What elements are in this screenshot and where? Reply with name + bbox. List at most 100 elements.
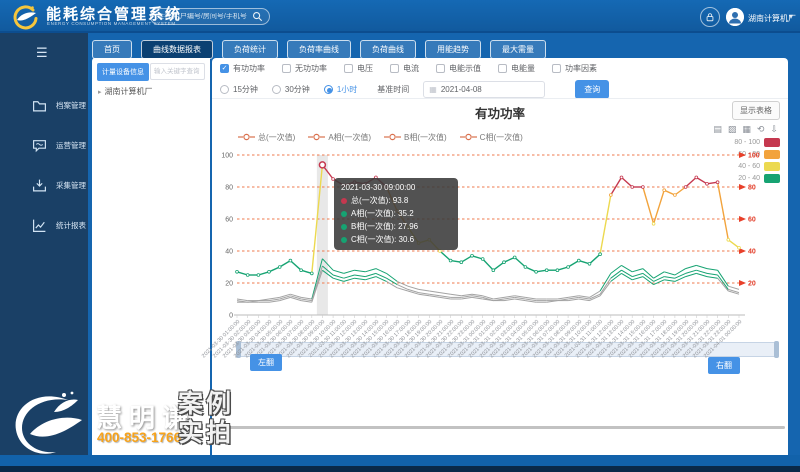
tab-5[interactable]: 负荷曲线 <box>360 40 416 59</box>
global-search[interactable] <box>150 8 270 25</box>
interval-radio-1[interactable]: 15分钟 <box>220 84 258 95</box>
app-logo-icon <box>10 3 38 31</box>
checkbox-label: 有功功率 <box>233 63 265 74</box>
base-time-date-input[interactable]: ▦ 2021-04-08 <box>423 81 545 98</box>
checkbox-icon[interactable] <box>498 64 507 73</box>
checkbox-label: 无功功率 <box>295 63 327 74</box>
datazoom-right-handle[interactable] <box>774 341 779 358</box>
menu-toggle-icon[interactable]: ☰ <box>36 46 48 59</box>
tooltip-series-dot <box>341 211 347 217</box>
sidebar-item-label: 统计报表 <box>56 220 86 231</box>
tooltip-rows: 总(一次值): 93.8A相(一次值): 35.2B相(一次值): 27.96C… <box>341 195 451 245</box>
sidebar-item-label: 档案管理 <box>56 100 86 111</box>
checkbox-icon[interactable] <box>436 64 445 73</box>
search-icon[interactable] <box>252 11 263 22</box>
datazoom-left-handle[interactable] <box>236 341 241 358</box>
sidebar-item-label: 运营管理 <box>56 140 86 151</box>
legend-item-4[interactable]: C相(一次值) <box>460 128 523 146</box>
sidebar: ☰ 档案管理运营管理采集管理统计报表 <box>0 33 88 458</box>
bottom-strip <box>0 455 800 466</box>
visualmap-color-chip <box>764 150 780 159</box>
metric-checkbox-7[interactable]: 功率因素 <box>552 63 597 74</box>
line-chart-icon[interactable]: ▨ <box>728 124 737 134</box>
sidebar-item-label: 采集管理 <box>56 180 86 191</box>
visualmap-row-3[interactable]: 40 - 60 <box>738 162 780 171</box>
tooltip-series-dot <box>341 237 347 243</box>
page-right-button[interactable]: 右翻 <box>708 357 740 374</box>
svg-text:40: 40 <box>748 249 756 256</box>
sidebar-item-1[interactable]: 档案管理 <box>0 85 88 125</box>
legend-item-2[interactable]: A相(一次值) <box>308 128 371 146</box>
tree-item-factory[interactable]: ▸湖南计算机厂 <box>98 86 153 97</box>
device-search-input[interactable] <box>150 63 205 80</box>
restore-icon[interactable]: ⟲ <box>757 124 765 134</box>
legend-item-3[interactable]: B相(一次值) <box>384 128 447 146</box>
query-button[interactable]: 查询 <box>575 80 609 99</box>
visualmap-row-2[interactable]: 60 - 80 <box>738 150 780 159</box>
lock-button[interactable] <box>700 7 720 27</box>
visualmap-row-4[interactable]: 20 - 40 <box>738 174 780 183</box>
interval-radio-3[interactable]: 1小时 <box>324 84 357 95</box>
tab-6[interactable]: 用能趋势 <box>425 40 481 59</box>
sidebar-item-4[interactable]: 统计报表 <box>0 205 88 245</box>
calendar-icon: ▦ <box>429 85 437 94</box>
checkbox-icon[interactable] <box>344 64 353 73</box>
global-search-input[interactable] <box>157 13 252 20</box>
svg-text:60: 60 <box>748 217 756 224</box>
visualmap-row-1[interactable]: 80 - 100 <box>734 138 780 147</box>
radio-icon[interactable] <box>272 85 281 94</box>
radio-label: 30分钟 <box>285 84 310 95</box>
legend-label: C相(一次值) <box>480 132 523 143</box>
visualmap-range-label: 40 - 60 <box>738 163 760 170</box>
sidebar-item-3[interactable]: 采集管理 <box>0 165 88 205</box>
chart-card: ✓ 有功功率 无功功率 电压 电流 电能示值 电能量 功率因素 15分钟 30分钟 1小时 基准时… <box>212 58 788 455</box>
tab-3[interactable]: 负荷统计 <box>222 40 278 59</box>
collect-icon <box>32 178 47 193</box>
lock-icon <box>705 12 715 22</box>
tooltip-series-value: A相(一次值): 35.2 <box>351 208 414 219</box>
page-left-button[interactable]: 左翻 <box>250 354 282 371</box>
svg-text:80: 80 <box>748 185 756 192</box>
legend-marker-icon <box>238 128 255 146</box>
radio-icon[interactable] <box>220 85 229 94</box>
user-avatar[interactable] <box>726 8 744 26</box>
sidebar-item-2[interactable]: 运营管理 <box>0 125 88 165</box>
tree-expand-icon[interactable]: ▸ <box>98 89 102 96</box>
visualmap-legend: 80 - 100 60 - 80 40 - 60 20 - 40 <box>734 138 780 183</box>
metric-checkbox-2[interactable]: 无功功率 <box>282 63 327 74</box>
show-table-button[interactable]: 显示表格 <box>732 101 780 120</box>
data-view-icon[interactable]: ▤ <box>713 124 722 134</box>
visualmap-color-chip <box>764 138 780 147</box>
interval-radio-2[interactable]: 30分钟 <box>272 84 310 95</box>
checkbox-icon[interactable] <box>390 64 399 73</box>
metric-checkbox-6[interactable]: 电能量 <box>498 63 535 74</box>
device-info-button[interactable]: 计量设备信息 <box>97 63 149 81</box>
app-root: 能耗综合管理系统 ENERGY CONSUMPTION MANAGEMENT S… <box>0 0 800 472</box>
tab-1[interactable]: 首页 <box>92 40 132 59</box>
legend-label: A相(一次值) <box>328 132 371 143</box>
message-icon <box>32 138 47 153</box>
base-time-label: 基准时间 <box>377 84 409 95</box>
checkbox-icon[interactable]: ✓ <box>220 64 229 73</box>
metric-checkbox-1[interactable]: ✓ 有功功率 <box>220 63 265 74</box>
checkbox-icon[interactable] <box>552 64 561 73</box>
metric-checkbox-4[interactable]: 电流 <box>390 63 419 74</box>
chevron-down-icon[interactable]: ▾ <box>789 12 793 21</box>
radio-icon[interactable] <box>324 85 333 94</box>
tab-7[interactable]: 最大需量 <box>490 40 546 59</box>
metric-checkbox-3[interactable]: 电压 <box>344 63 373 74</box>
visualmap-color-chip <box>764 162 780 171</box>
tab-4[interactable]: 负荷率曲线 <box>287 40 351 59</box>
legend-item-1[interactable]: 总(一次值) <box>238 128 295 146</box>
datazoom-slider[interactable] <box>237 342 778 357</box>
svg-text:60: 60 <box>225 217 233 224</box>
horizontal-scrollbar[interactable] <box>214 426 785 429</box>
bar-chart-icon[interactable]: ▦ <box>742 124 751 134</box>
tab-2[interactable]: 曲线数据报表 <box>141 40 213 59</box>
save-image-icon[interactable]: ⇩ <box>770 124 778 134</box>
tabs-row: 首页曲线数据报表负荷统计负荷率曲线负荷曲线用能趋势最大需量 <box>92 40 546 59</box>
radio-label: 15分钟 <box>233 84 258 95</box>
report-icon <box>32 218 47 233</box>
metric-checkbox-5[interactable]: 电能示值 <box>436 63 481 74</box>
checkbox-icon[interactable] <box>282 64 291 73</box>
